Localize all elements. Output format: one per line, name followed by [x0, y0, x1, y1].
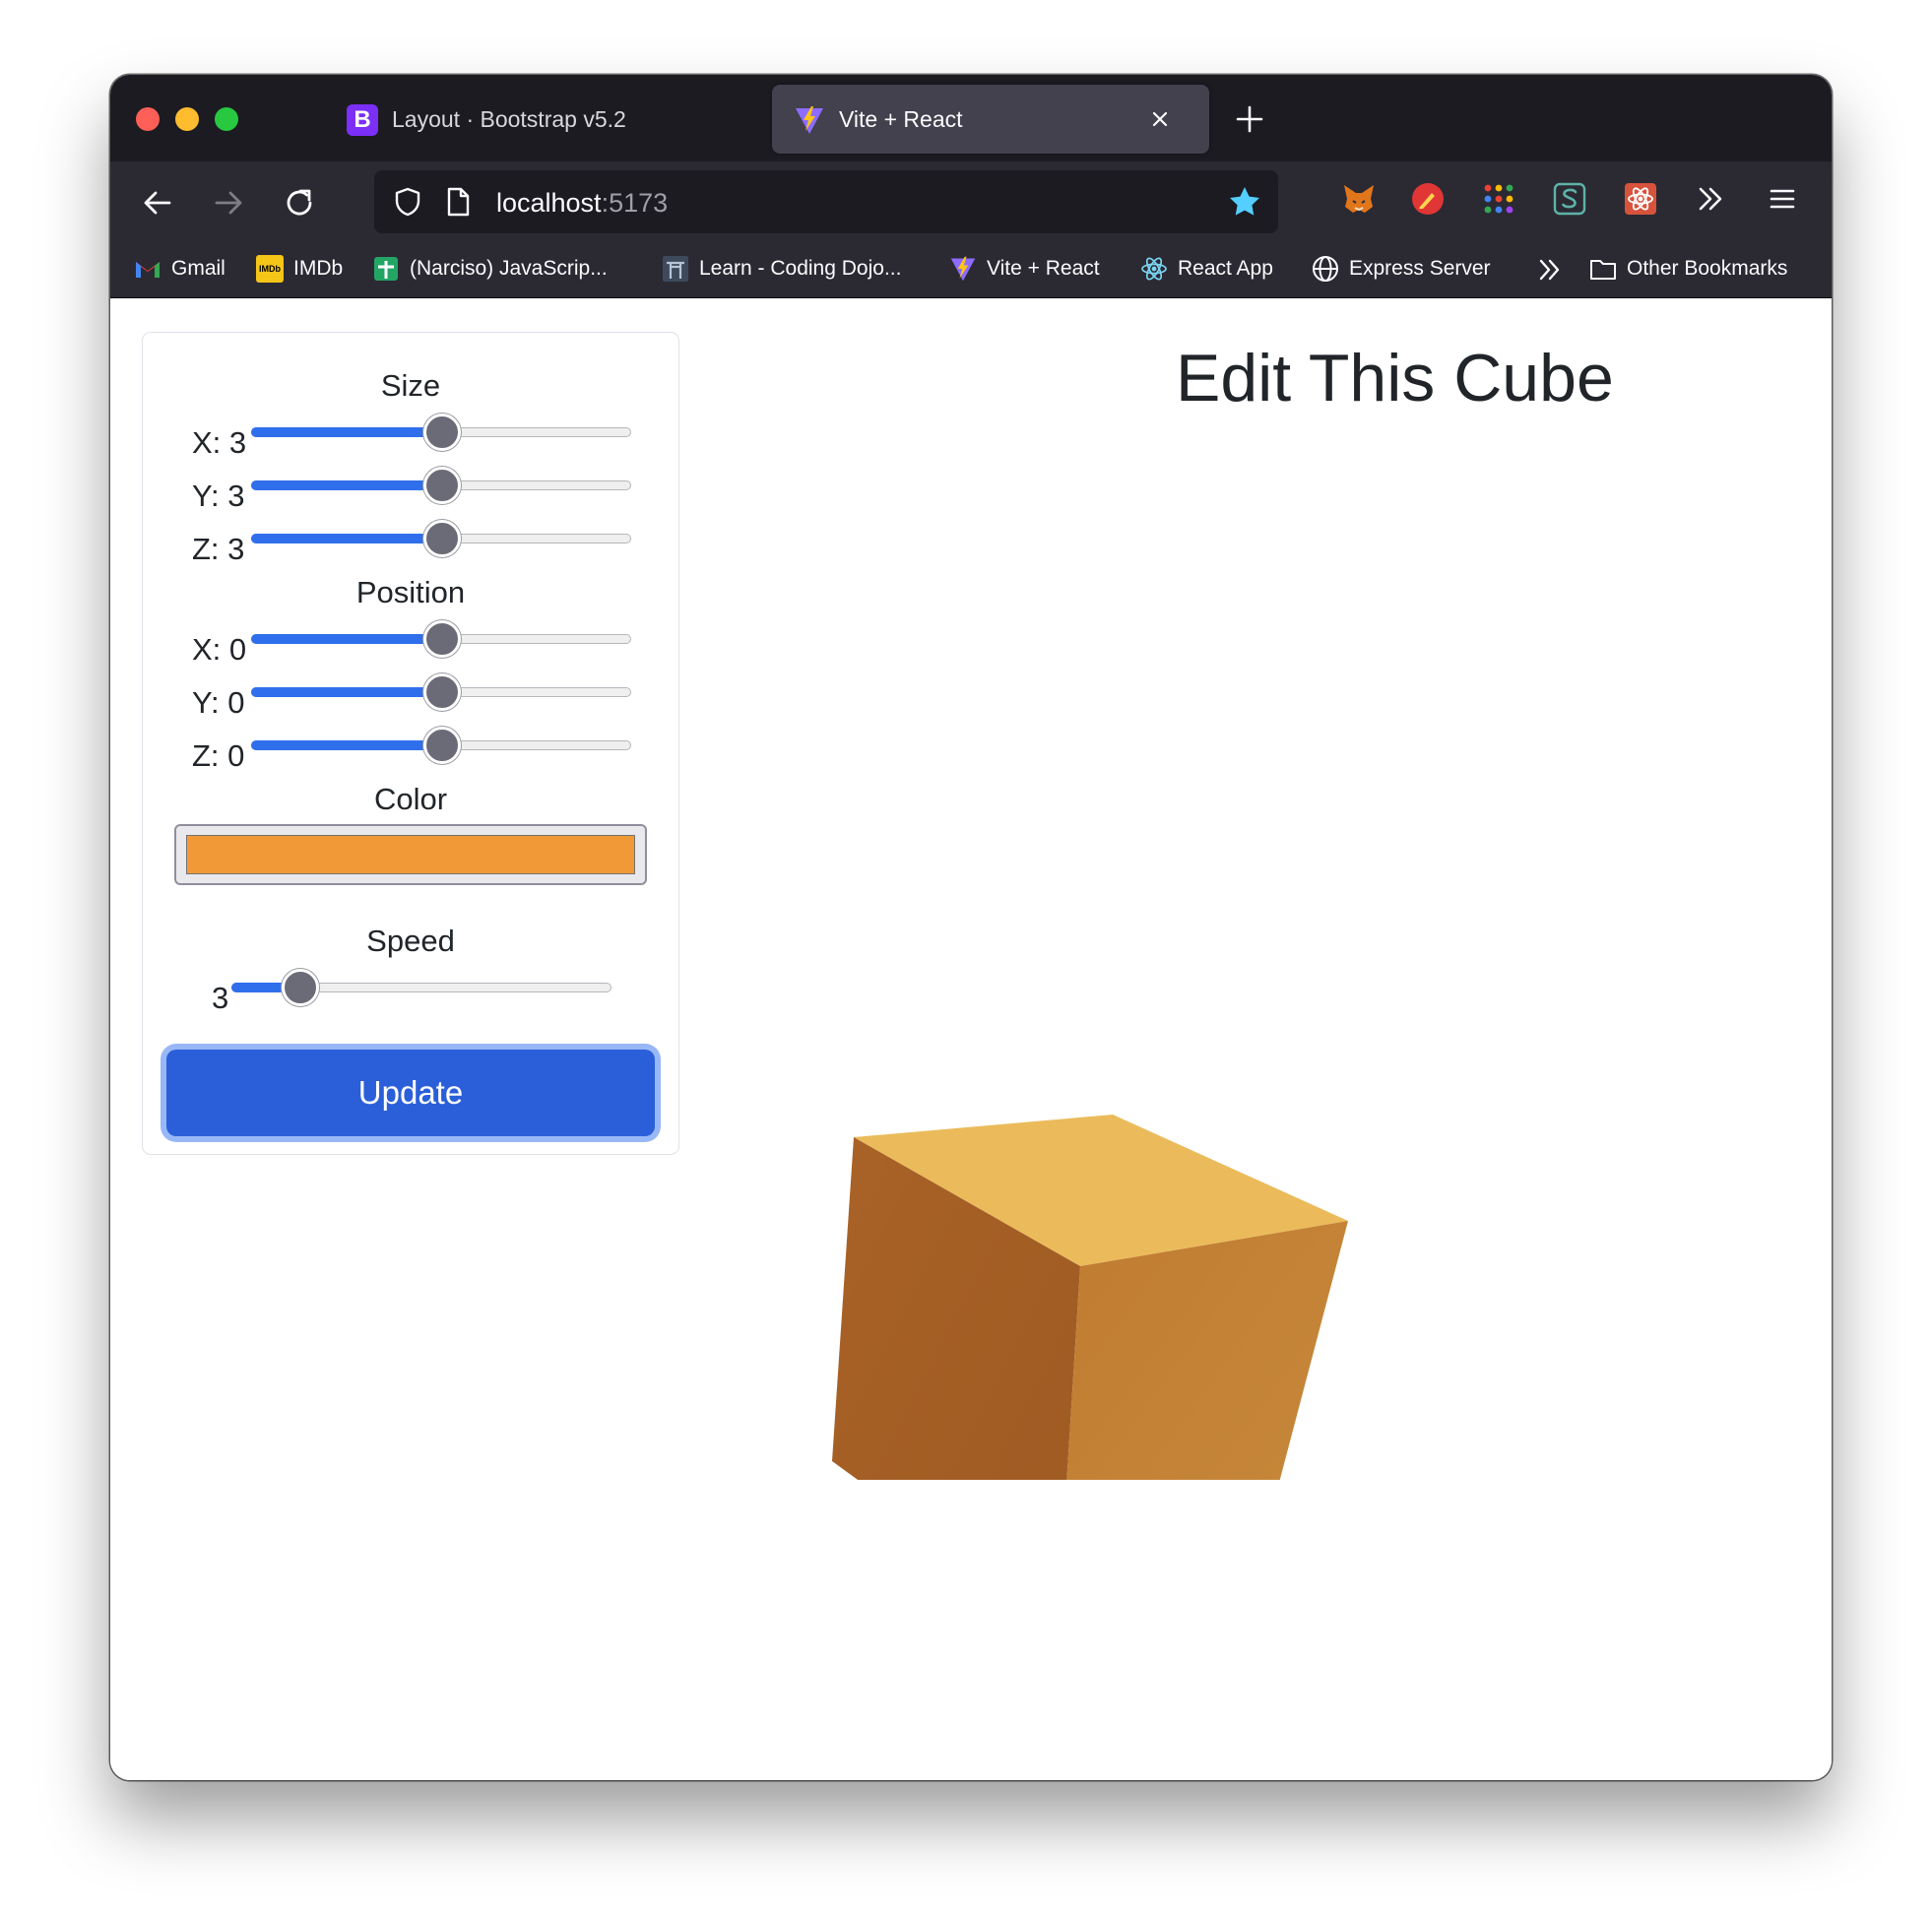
bookmark-other-bookmarks[interactable]: Other Bookmarks	[1589, 252, 1787, 286]
position-section-title: Position	[355, 575, 466, 609]
url-host: localhost	[496, 188, 602, 218]
speed-section-title: Speed	[366, 924, 455, 958]
page-icon[interactable]	[443, 186, 473, 218]
imdb-icon: IMDb	[256, 255, 284, 283]
position-z-slider[interactable]	[251, 727, 631, 764]
sheets-icon	[374, 257, 398, 281]
position-y-slider[interactable]	[251, 673, 631, 711]
controls-card: Size X: 3 Y: 3 Z: 3 Position X: 0 Y: 0 Z…	[142, 332, 679, 1155]
slider-thumb[interactable]	[423, 414, 461, 451]
tab-bar: B Layout · Bootstrap v5.2 Vite + React	[110, 75, 1832, 161]
speed-slider[interactable]	[231, 969, 612, 1006]
slider-thumb[interactable]	[423, 727, 461, 764]
url-port: :5173	[601, 188, 669, 218]
tab-title: Vite + React	[839, 106, 963, 132]
vite-icon	[950, 256, 976, 282]
overflow-chevrons-icon[interactable]	[1694, 181, 1729, 217]
bootstrap-icon: B	[347, 104, 378, 136]
bookmark-narciso-javascript[interactable]: (Narciso) JavaScrip...	[372, 252, 608, 286]
bookmark-label: Vite + React	[987, 257, 1100, 280]
address-bar[interactable]: localhost:5173	[374, 170, 1278, 233]
gmail-icon	[136, 262, 160, 278]
size-x-label: X: 3	[192, 425, 247, 460]
tab-vite-react[interactable]: Vite + React	[772, 85, 1209, 154]
bookmark-imdb[interactable]: IMDb IMDb	[256, 252, 343, 286]
close-tab-icon[interactable]	[1146, 105, 1174, 133]
imdb-logo-text: IMDb	[259, 264, 281, 274]
reload-icon[interactable]	[282, 185, 317, 221]
browser-window: B Layout · Bootstrap v5.2 Vite + React l…	[110, 75, 1832, 1780]
bookmark-label: Express Server	[1349, 257, 1491, 280]
react-icon	[1141, 257, 1167, 281]
size-z-label: Z: 3	[192, 532, 245, 566]
back-arrow-icon[interactable]	[140, 185, 175, 221]
shield-icon[interactable]	[392, 186, 423, 218]
globe-icon	[1313, 256, 1338, 282]
bookmark-react-app[interactable]: React App	[1140, 252, 1273, 286]
metamask-fox-icon[interactable]	[1341, 181, 1377, 217]
color-input[interactable]	[174, 824, 647, 885]
folder-icon	[1590, 260, 1616, 280]
size-y-slider[interactable]	[251, 467, 631, 504]
zoom-window-button[interactable]	[215, 107, 238, 131]
update-button[interactable]: Update	[166, 1050, 655, 1136]
slider-thumb[interactable]	[423, 520, 461, 557]
bookmark-label: IMDb	[293, 257, 344, 280]
bookmark-express-server[interactable]: Express Server	[1312, 252, 1491, 286]
new-tab-icon[interactable]	[1233, 102, 1266, 136]
forward-arrow-icon[interactable]	[211, 185, 246, 221]
page-content: Size X: 3 Y: 3 Z: 3 Position X: 0 Y: 0 Z…	[110, 298, 1832, 1780]
vite-icon	[796, 106, 823, 134]
bookmark-label: Other Bookmarks	[1627, 257, 1788, 280]
slider-thumb[interactable]	[423, 620, 461, 658]
bookmark-vite-react[interactable]: Vite + React	[949, 252, 1100, 286]
position-x-slider[interactable]	[251, 620, 631, 658]
close-window-button[interactable]	[136, 107, 160, 131]
position-x-label: X: 0	[192, 632, 247, 667]
color-section-title: Color	[373, 782, 448, 816]
dojo-icon	[663, 256, 688, 282]
minimize-window-button[interactable]	[175, 107, 199, 131]
bookmark-coding-dojo[interactable]: Learn - Coding Dojo...	[662, 252, 901, 286]
slider-thumb[interactable]	[423, 467, 461, 504]
size-section-title: Size	[380, 368, 441, 403]
tab-title: Layout · Bootstrap v5.2	[392, 106, 626, 132]
react-devtools-icon[interactable]	[1623, 181, 1658, 217]
size-z-slider[interactable]	[251, 520, 631, 557]
color-swatch[interactable]	[186, 835, 635, 874]
url-text[interactable]: localhost:5173	[496, 188, 668, 219]
cube-canvas[interactable]	[701, 791, 1390, 1480]
apps-grid-icon[interactable]	[1481, 181, 1516, 217]
bookmark-label: (Narciso) JavaScrip...	[410, 257, 608, 280]
bookmarks-overflow-chevrons-icon[interactable]	[1536, 256, 1564, 284]
bookmark-gmail[interactable]: Gmail	[134, 252, 225, 286]
slider-thumb[interactable]	[423, 673, 461, 711]
stylus-s-icon[interactable]	[1552, 181, 1587, 217]
bookmark-label: React App	[1178, 257, 1273, 280]
navigation-bar: localhost:5173	[110, 161, 1832, 242]
slider-thumb[interactable]	[282, 969, 319, 1006]
bookmark-star-icon[interactable]	[1227, 184, 1262, 220]
size-y-label: Y: 3	[192, 479, 245, 513]
menu-hamburger-icon[interactable]	[1765, 181, 1800, 217]
page-title: Edit This Cube	[1176, 341, 1614, 415]
bookmark-label: Learn - Coding Dojo...	[699, 257, 902, 280]
speed-value-label: 3	[212, 981, 229, 1015]
color-picker-icon[interactable]	[1410, 181, 1446, 217]
bookmark-label: Gmail	[171, 257, 225, 280]
size-x-slider[interactable]	[251, 414, 631, 451]
bookmarks-toolbar: Gmail IMDb IMDb (Narciso) JavaScrip... L…	[110, 242, 1832, 298]
position-y-label: Y: 0	[192, 685, 245, 720]
position-z-label: Z: 0	[192, 738, 245, 773]
